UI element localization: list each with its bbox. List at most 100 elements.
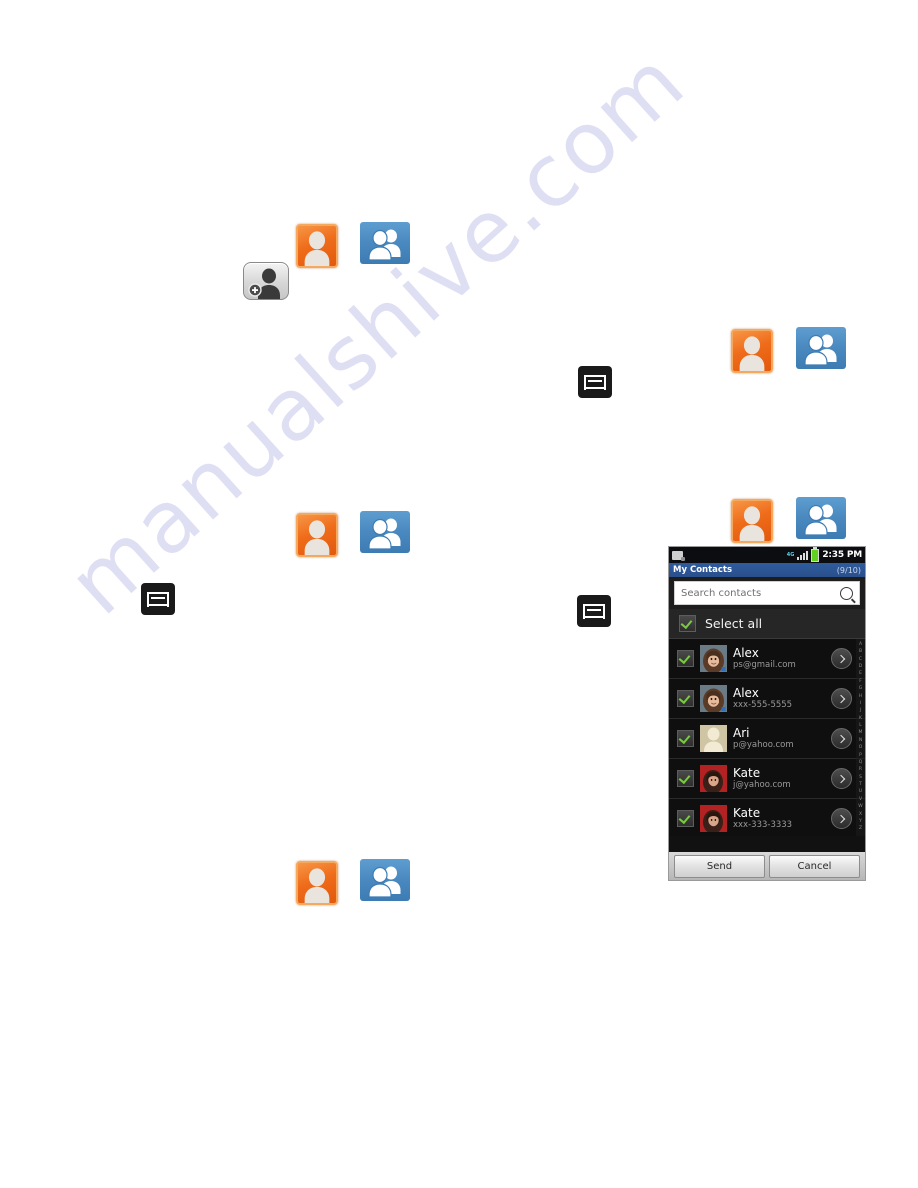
- contacts-icon: [731, 329, 773, 373]
- search-placeholder: Search contacts: [681, 587, 762, 599]
- phone-screenshot: 4G 2:35 PM My Contacts (9/10) Search con…: [668, 546, 866, 881]
- contact-detail-chevron-icon[interactable]: [831, 808, 852, 829]
- status-bar: 4G 2:35 PM: [669, 547, 865, 563]
- contact-list[interactable]: Alex ps@gmail.com Alex xxx-555-5555 Ari p@yah…: [669, 639, 865, 836]
- contact-row[interactable]: Alex xxx-555-5555: [669, 679, 865, 719]
- alpha-index-letter[interactable]: P: [859, 753, 862, 759]
- select-all-row[interactable]: Select all: [669, 609, 865, 639]
- alpha-index-letter[interactable]: L: [859, 723, 862, 729]
- alpha-index-letter[interactable]: H: [859, 694, 862, 700]
- alpha-index-letter[interactable]: Y: [859, 819, 862, 825]
- sim-card-icon: [672, 550, 685, 561]
- groups-icon: [360, 511, 410, 553]
- contact-detail: j@yahoo.com: [733, 779, 791, 790]
- menu-lines-icon: [584, 374, 606, 390]
- contacts-icon: [731, 499, 773, 543]
- alpha-index-letter[interactable]: N: [859, 738, 862, 744]
- cancel-button[interactable]: Cancel: [769, 854, 860, 878]
- alpha-index-letter[interactable]: B: [859, 650, 862, 655]
- alphabet-index-scrubber[interactable]: ABCDEFGHIJKLMNOPQRSTUVWXYZ: [856, 639, 865, 836]
- contact-detail-chevron-icon[interactable]: [831, 728, 852, 749]
- page-title: My Contacts: [673, 565, 733, 575]
- menu-lines-icon: [583, 603, 605, 619]
- alpha-index-letter[interactable]: V: [859, 797, 862, 803]
- manual-page: manualshive.com 4G 2:35 PM My Contacts (…: [0, 0, 918, 1188]
- contact-detail: xxx-555-5555: [733, 699, 793, 710]
- alpha-index-letter[interactable]: U: [859, 790, 862, 795]
- contact-row[interactable]: Kate xxx-333-3333: [669, 799, 865, 836]
- send-button[interactable]: Send: [674, 854, 765, 878]
- alpha-index-letter[interactable]: I: [860, 701, 861, 707]
- alpha-index-letter[interactable]: R: [859, 768, 862, 773]
- person-silhouette-icon: [298, 864, 336, 903]
- alpha-index-letter[interactable]: M: [859, 731, 863, 736]
- contact-detail: ps@gmail.com: [733, 659, 796, 670]
- contact-checkbox[interactable]: [677, 650, 694, 667]
- alpha-index-letter[interactable]: K: [859, 716, 862, 722]
- alpha-index-letter[interactable]: F: [859, 679, 862, 685]
- contact-name: Ari: [733, 725, 750, 740]
- contact-name: Alex: [733, 645, 759, 660]
- alpha-index-letter[interactable]: X: [859, 812, 862, 818]
- menu-key-icon: [578, 366, 612, 398]
- person-silhouette-icon: [733, 502, 771, 541]
- alpha-index-letter[interactable]: W: [858, 805, 862, 810]
- two-people-silhouette-icon: [360, 513, 410, 553]
- status-bar-right: 4G 2:35 PM: [787, 547, 862, 563]
- person-silhouette-icon: [298, 227, 336, 266]
- person-silhouette-icon: [733, 332, 771, 371]
- contacts-icon: [296, 224, 338, 268]
- contact-meta: Alex xxx-555-5555: [733, 685, 825, 711]
- contact-checkbox[interactable]: [677, 810, 694, 827]
- alpha-index-letter[interactable]: Z: [859, 827, 862, 832]
- signal-strength-icon: [797, 550, 809, 560]
- contact-detail-chevron-icon[interactable]: [831, 768, 852, 789]
- contacts-icon: [296, 861, 338, 905]
- select-all-label: Select all: [705, 616, 763, 631]
- contact-checkbox[interactable]: [677, 730, 694, 747]
- add-contact-icon: [243, 262, 289, 300]
- groups-icon: [796, 327, 846, 369]
- status-bar-left: [672, 550, 685, 561]
- contact-checkbox[interactable]: [677, 690, 694, 707]
- alpha-index-letter[interactable]: O: [859, 746, 863, 751]
- search-input[interactable]: Search contacts: [674, 581, 860, 605]
- search-icon[interactable]: [840, 586, 853, 600]
- contact-name: Kate: [733, 765, 761, 780]
- two-people-silhouette-icon: [360, 861, 410, 901]
- title-bar: My Contacts (9/10): [669, 563, 865, 577]
- alpha-index-letter[interactable]: A: [859, 642, 862, 648]
- contact-detail-chevron-icon[interactable]: [831, 688, 852, 709]
- avatar: [700, 685, 727, 712]
- contact-meta: Alex ps@gmail.com: [733, 645, 825, 671]
- alpha-index-letter[interactable]: D: [859, 664, 862, 670]
- two-people-silhouette-icon: [796, 329, 846, 369]
- groups-icon: [360, 859, 410, 901]
- contact-row[interactable]: Kate j@yahoo.com: [669, 759, 865, 799]
- contacts-icon: [296, 513, 338, 557]
- action-bar: Send Cancel: [669, 852, 865, 880]
- contact-meta: Kate xxx-333-3333: [733, 805, 825, 831]
- two-people-silhouette-icon: [360, 224, 410, 264]
- alpha-index-letter[interactable]: J: [860, 709, 861, 714]
- contact-meta: Kate j@yahoo.com: [733, 765, 825, 791]
- menu-key-icon: [141, 583, 175, 615]
- menu-key-icon: [577, 595, 611, 627]
- alpha-index-letter[interactable]: G: [859, 687, 863, 692]
- contact-name: Kate: [733, 805, 761, 820]
- alpha-index-letter[interactable]: C: [859, 657, 862, 663]
- contact-detail: xxx-333-3333: [733, 819, 793, 830]
- avatar: [700, 645, 727, 672]
- alpha-index-letter[interactable]: E: [859, 672, 862, 677]
- contact-detail-chevron-icon[interactable]: [831, 648, 852, 669]
- select-all-checkbox[interactable]: [679, 615, 696, 632]
- contact-row[interactable]: Ari p@yahoo.com: [669, 719, 865, 759]
- contact-checkbox[interactable]: [677, 770, 694, 787]
- alpha-index-letter[interactable]: T: [859, 782, 862, 788]
- alpha-index-letter[interactable]: Q: [859, 760, 863, 766]
- contact-row[interactable]: Alex ps@gmail.com: [669, 639, 865, 679]
- alpha-index-letter[interactable]: S: [859, 775, 862, 781]
- network-type-icon: 4G: [786, 551, 795, 558]
- contact-name: Alex: [733, 685, 759, 700]
- person-silhouette-icon: [298, 516, 336, 555]
